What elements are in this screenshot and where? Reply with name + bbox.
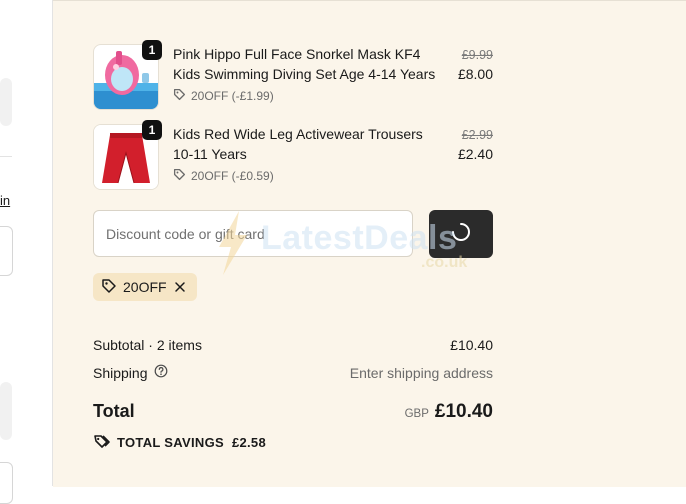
order-summary: 1 Pink Hippo Full Face Snorkel Mask KF4 …	[53, 0, 686, 487]
total-amount: £10.40	[434, 401, 493, 422]
savings-tag-icon	[93, 433, 111, 452]
savings-value: £2.58	[231, 435, 266, 450]
shipping-row: Shipping Enter shipping address	[93, 364, 493, 381]
apply-discount-button[interactable]	[429, 210, 493, 258]
item-title: Kids Red Wide Leg Activewear Trousers 10…	[173, 126, 423, 162]
discount-code-input[interactable]	[93, 210, 413, 257]
total-row: Total GBP £10.40	[93, 401, 493, 423]
tag-icon	[173, 168, 186, 184]
item-price: £2.40	[457, 146, 493, 162]
subtotal-value: £10.40	[450, 337, 493, 353]
address-field[interactable]	[0, 462, 13, 504]
line-item: 1 Pink Hippo Full Face Snorkel Mask KF4 …	[93, 40, 493, 110]
checkout-main-column: in	[0, 0, 53, 504]
line-item: 1 Kids Red Wide Leg Activewear Trousers …	[93, 120, 493, 190]
shipping-value: Enter shipping address	[349, 364, 493, 381]
express-checkout-button[interactable]	[0, 78, 12, 126]
remove-discount-button[interactable]	[173, 280, 187, 294]
subtotal-row: Subtotal · 2 items £10.40	[93, 337, 493, 353]
subtotal-label: Subtotal · 2 items	[93, 337, 202, 353]
tag-icon	[173, 88, 186, 104]
help-icon[interactable]	[154, 364, 168, 381]
item-discount-text: 20OFF (-£0.59)	[191, 169, 274, 183]
divider	[0, 156, 12, 157]
shipping-label: Shipping	[93, 364, 148, 381]
item-title: Pink Hippo Full Face Snorkel Mask KF4 Ki…	[173, 46, 436, 82]
item-discount: 20OFF (-£0.59)	[173, 168, 274, 184]
email-field[interactable]	[0, 226, 13, 276]
total-savings: TOTAL SAVINGS £2.58	[93, 433, 266, 452]
quantity-badge: 1	[142, 40, 162, 60]
savings-label: TOTAL SAVINGS	[117, 435, 224, 450]
item-price: £8.00	[457, 66, 493, 82]
loading-spinner-icon	[450, 221, 472, 248]
applied-code-text: 20OFF	[123, 279, 167, 295]
tag-icon	[101, 278, 117, 297]
item-discount-text: 20OFF (-£1.99)	[191, 89, 274, 103]
close-icon	[174, 282, 185, 292]
original-price: £2.99	[461, 128, 493, 142]
currency-code: GBP	[404, 408, 429, 420]
total-label: Total	[93, 401, 135, 421]
quantity-badge: 1	[142, 120, 162, 140]
log-in-link[interactable]: in	[0, 193, 10, 208]
original-price: £9.99	[461, 48, 493, 62]
delivery-option-box[interactable]	[0, 382, 12, 440]
applied-discount-chip: 20OFF	[93, 273, 197, 301]
item-discount: 20OFF (-£1.99)	[173, 88, 274, 104]
